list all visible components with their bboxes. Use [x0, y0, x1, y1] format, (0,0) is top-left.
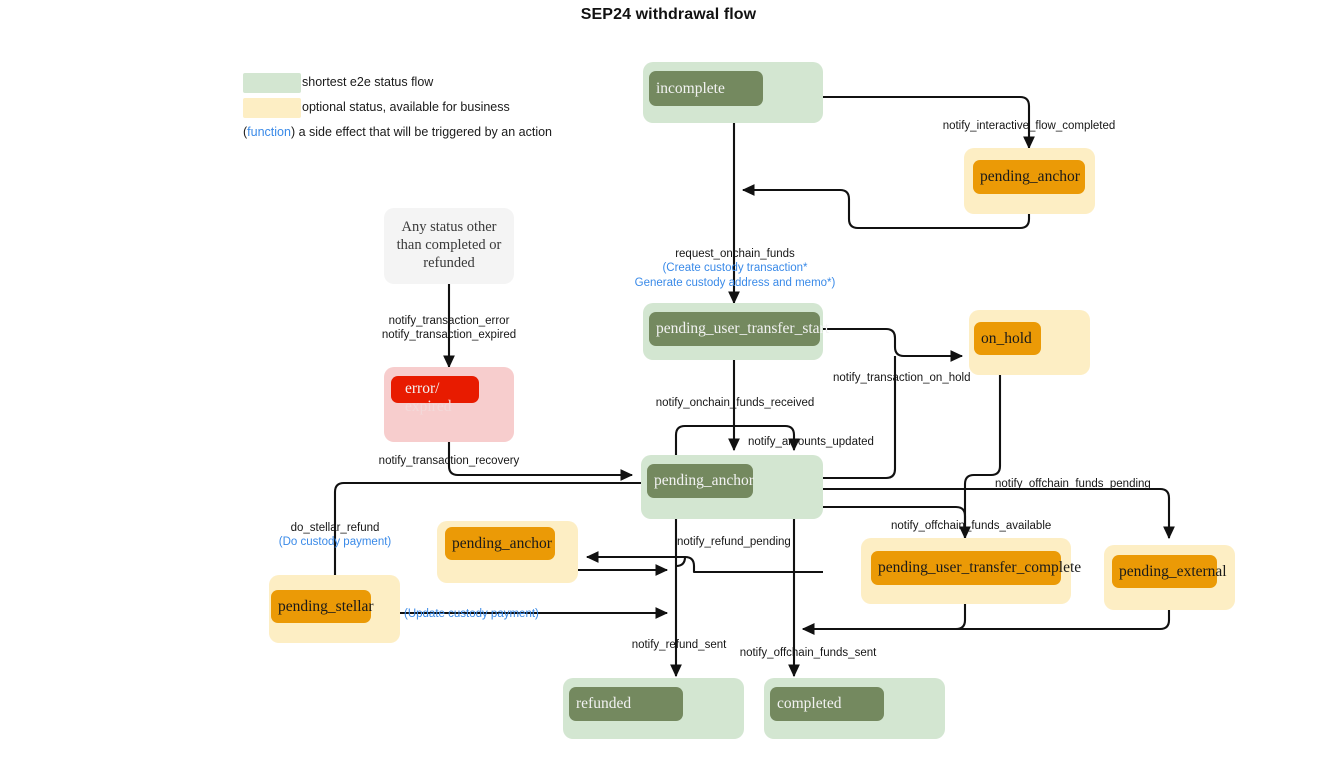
node-incomplete[interactable]: incomplete — [643, 62, 823, 123]
edge-label-request-onchain-funds-main: request_onchain_funds — [675, 248, 795, 260]
edge-label-notify-refund-pending: notify_refund_pending — [677, 536, 791, 548]
diagram-canvas: SEP24 withdrawal flow shortest e2e statu… — [0, 0, 1337, 770]
node-completed-label: completed — [777, 695, 842, 713]
node-pending-user-transfer-complete-label: pending_user_transfer_complete — [878, 559, 1082, 577]
node-any-status-line2: than completed or — [396, 237, 502, 254]
node-pending-anchor-top-label: pending_anchor — [980, 168, 1080, 186]
node-on-hold-label: on_hold — [981, 329, 1032, 347]
edge-label-do-stellar-refund-main: do_stellar_refund — [290, 522, 380, 534]
edge-label-do-stellar-refund: do_stellar_refund (Do custody payment) — [279, 521, 392, 550]
edge-label-notify-offchain-funds-sent: notify_offchain_funds_sent — [739, 647, 877, 659]
edge-label-update-custody-payment-fn: (Update custody payment) — [404, 608, 539, 620]
node-error-label-line2: expired — [405, 398, 452, 415]
edge-label-notify-transaction-recovery: notify_transaction_recovery — [378, 455, 520, 467]
node-pending-user-transfer-start-label: pending_user_transfer_start — [656, 320, 830, 338]
node-pending-stellar-inner: pending_stellar — [271, 590, 374, 623]
edge-label-notify-offchain-funds-available: notify_offchain_funds_available — [891, 520, 1052, 532]
node-error-label-line1: error/ — [405, 380, 440, 397]
node-pending-anchor-center-label: pending_anchor — [654, 472, 754, 490]
node-pending-external-inner: pending_external — [1112, 555, 1227, 588]
node-on-hold[interactable]: on_hold — [969, 310, 1090, 375]
edge-label-update-custody-payment: (Update custody payment) — [404, 607, 539, 621]
node-any-status-line1: Any status other — [401, 219, 497, 236]
edge-label-notify-transaction-error: notify_transaction_error — [388, 315, 510, 327]
edge-label-request-onchain-funds-fn1: (Create custody transaction* — [662, 262, 808, 275]
edge-label-notify-offchain-funds-pending: notify_offchain_funds_pending — [995, 478, 1151, 490]
node-error-expired[interactable]: error/ expired — [384, 367, 514, 442]
node-pending-stellar-label: pending_stellar — [278, 597, 374, 615]
node-pending-user-transfer-complete-inner: pending_user_transfer_complete — [871, 551, 1081, 585]
node-pending-user-transfer-complete[interactable]: pending_user_transfer_complete — [861, 538, 1081, 604]
node-pending-user-transfer-start-inner: pending_user_transfer_start — [649, 312, 829, 346]
edge-label-notify-refund-sent: notify_refund_sent — [631, 639, 727, 651]
node-any-status-line3: refunded — [423, 254, 475, 271]
edge-label-notify-onchain-funds-received: notify_onchain_funds_received — [655, 397, 815, 409]
node-incomplete-label: incomplete — [656, 79, 725, 97]
edge-label-notify-amounts-updated: notify_amounts_updated — [748, 436, 874, 448]
node-refunded[interactable]: refunded — [563, 678, 744, 739]
node-any-status[interactable]: Any status other than completed or refun… — [384, 208, 514, 284]
edge-label-notify-transaction-error-expired: notify_transaction_error notify_transact… — [382, 314, 516, 343]
edge-label-notify-transaction-on-hold: notify_transaction_on_hold — [833, 372, 971, 384]
node-pending-anchor-top[interactable]: pending_anchor — [964, 148, 1095, 214]
edge-label-notify-transaction-expired: notify_transaction_expired — [381, 329, 517, 342]
node-completed[interactable]: completed — [764, 678, 945, 739]
node-refunded-label: refunded — [576, 695, 632, 713]
edge-label-do-stellar-refund-fn: (Do custody payment) — [278, 536, 392, 549]
edge-label-request-onchain-funds: request_onchain_funds (Create custody tr… — [635, 247, 836, 290]
node-error-expired-inner: error/ expired — [391, 376, 479, 414]
node-pending-external[interactable]: pending_external — [1104, 545, 1235, 610]
node-refunded-inner: refunded — [569, 687, 683, 721]
node-pending-anchor-refund[interactable]: pending_anchor — [437, 521, 578, 583]
node-pending-stellar[interactable]: pending_stellar — [269, 575, 400, 643]
node-pending-anchor-top-inner: pending_anchor — [973, 160, 1085, 194]
node-pending-anchor-center-inner: pending_anchor — [647, 464, 754, 498]
edge-label-request-onchain-funds-fn2: Generate custody address and memo*) — [634, 276, 836, 289]
node-pending-anchor-center[interactable]: pending_anchor — [641, 455, 823, 519]
node-pending-user-transfer-start[interactable]: pending_user_transfer_start — [643, 303, 829, 360]
node-any-status-text: Any status other than completed or refun… — [384, 208, 514, 284]
node-incomplete-inner: incomplete — [649, 71, 763, 106]
node-on-hold-inner: on_hold — [974, 322, 1041, 355]
node-pending-anchor-refund-label: pending_anchor — [452, 534, 552, 552]
node-completed-inner: completed — [770, 687, 884, 721]
edge-label-notify-interactive-flow-completed: notify_interactive_flow_completed — [942, 120, 1116, 132]
node-pending-anchor-refund-inner: pending_anchor — [445, 527, 555, 560]
node-pending-external-label: pending_external — [1119, 562, 1227, 580]
